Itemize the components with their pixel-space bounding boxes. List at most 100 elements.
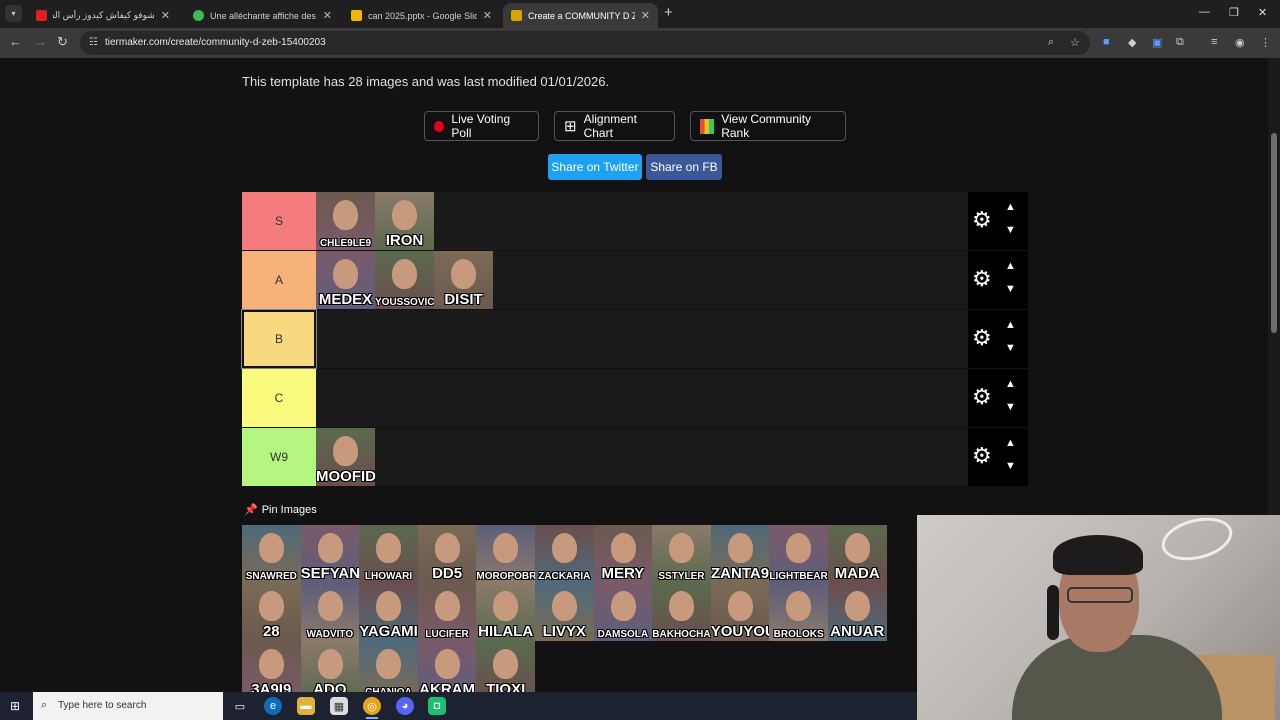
extensions-puzzle-icon[interactable]: ⧉ (1176, 36, 1184, 49)
chevron-down-icon[interactable]: ▼ (1005, 283, 1016, 295)
image-thumbnail[interactable]: LHOWARI (359, 525, 418, 583)
chrome-icon[interactable]: ◎ (363, 697, 381, 719)
tier-label[interactable]: C (242, 369, 316, 427)
thumbnail-caption: MOOFID (316, 468, 375, 485)
address-bar[interactable]: ☷ tiermaker.com/create/community-d-zeb-1… (80, 31, 1090, 55)
site-info-icon[interactable]: ☷ (89, 37, 98, 48)
image-thumbnail[interactable]: HILALA (476, 583, 535, 641)
image-thumbnail[interactable]: IRON (375, 192, 434, 250)
close-window-icon[interactable]: ✕ (1258, 6, 1267, 19)
image-thumbnail[interactable]: MERY (593, 525, 653, 583)
live-voting-poll-button[interactable]: Live Voting Poll (424, 111, 539, 141)
tier-label[interactable]: B (241, 309, 317, 369)
image-thumbnail[interactable]: MADA (827, 525, 887, 583)
store-icon[interactable]: ▦ (330, 697, 348, 715)
community-rank-button[interactable]: View Community Rank (690, 111, 846, 141)
browser-tab-active[interactable]: Create a COMMUNITY D ZEB Ti ✕ (503, 3, 658, 28)
image-thumbnail[interactable]: LIGHTBEARD (769, 525, 828, 583)
image-thumbnail[interactable]: BAKHOCHA (652, 583, 711, 641)
ceiling-lamp (1157, 515, 1237, 568)
forward-icon[interactable]: → (34, 34, 47, 49)
image-thumbnail[interactable]: MOROPOBRE (476, 525, 535, 583)
edge-icon[interactable]: e (264, 697, 282, 715)
image-thumbnail[interactable]: YOUSSOVICH (375, 251, 434, 309)
gear-icon[interactable]: ⚙ (972, 209, 992, 231)
image-thumbnail[interactable]: DD5 (417, 525, 477, 583)
close-tab-icon[interactable]: ✕ (641, 9, 650, 22)
profile-avatar-icon[interactable]: ◉ (1235, 36, 1245, 49)
discord-icon[interactable]: ◕ (396, 697, 414, 715)
windows-start-icon[interactable]: ⊞ (10, 699, 20, 713)
taskbar-search-box[interactable]: ⌕ Type here to search (33, 692, 223, 720)
portrait-face (259, 649, 284, 679)
alignment-chart-button[interactable]: ⊞ Alignment Chart (554, 111, 675, 141)
image-thumbnail[interactable]: LIVYX (534, 583, 594, 641)
reload-icon[interactable]: ↻ (57, 34, 68, 50)
zoom-icon[interactable]: ⌕ (1048, 36, 1054, 49)
close-tab-icon[interactable]: ✕ (323, 9, 332, 22)
share-twitter-button[interactable]: Share on Twitter (548, 154, 642, 180)
app-icon[interactable]: ◘ (428, 697, 446, 715)
image-thumbnail[interactable]: DAMSOLA (593, 583, 653, 641)
share-fb-button[interactable]: Share on FB (646, 154, 722, 180)
tier-label[interactable]: W9 (242, 428, 316, 486)
chevron-up-icon[interactable]: ▲ (1005, 201, 1016, 213)
chevron-down-icon[interactable]: ▼ (1005, 342, 1016, 354)
gear-icon[interactable]: ⚙ (972, 327, 992, 349)
scrollbar-thumb[interactable] (1271, 133, 1277, 333)
tier-row: W9 MOOFID ⚙ ▲ ▼ (242, 428, 1028, 487)
image-thumbnail[interactable]: 3A9I9 (242, 641, 301, 692)
image-thumbnail[interactable]: ANUAR (827, 583, 887, 641)
tier-label[interactable]: S (242, 192, 316, 250)
image-thumbnail[interactable]: DISIT (434, 251, 493, 309)
image-thumbnail[interactable]: ZACKARIA (534, 525, 594, 583)
chevron-up-icon[interactable]: ▲ (1005, 437, 1016, 449)
image-thumbnail[interactable]: ADO (300, 641, 360, 692)
screenshot-extension-icon[interactable]: ▣ (1152, 36, 1162, 49)
browser-menu-icon[interactable]: ⋮ (1260, 36, 1271, 49)
image-thumbnail[interactable]: YAGAMI (359, 583, 418, 641)
image-thumbnail[interactable]: 28 (242, 583, 301, 641)
extension-icon[interactable]: ◆ (1128, 36, 1136, 49)
image-thumbnail[interactable]: YOUYOU (710, 583, 770, 641)
minimize-icon[interactable]: — (1199, 6, 1210, 18)
image-thumbnail[interactable]: CHANIOA (359, 641, 418, 692)
image-thumbnail[interactable]: MOOFID (316, 428, 375, 486)
chevron-down-icon[interactable]: ▼ (1005, 401, 1016, 413)
chevron-up-icon[interactable]: ▲ (1005, 260, 1016, 272)
chevron-up-icon[interactable]: ▲ (1005, 319, 1016, 331)
bookmark-star-icon[interactable]: ☆ (1070, 36, 1080, 49)
restore-icon[interactable]: ❐ (1229, 6, 1239, 19)
task-view-icon[interactable]: ▭ (231, 697, 249, 715)
gear-icon[interactable]: ⚙ (972, 386, 992, 408)
tier-label[interactable]: A (242, 251, 316, 309)
new-tab-icon[interactable]: + (664, 4, 673, 21)
translate-extension-icon[interactable]: ■ (1103, 36, 1110, 48)
gear-icon[interactable]: ⚙ (972, 445, 992, 467)
chevron-down-icon[interactable]: ▼ (1005, 224, 1016, 236)
image-thumbnail[interactable]: CHLE9LE9 (316, 192, 375, 250)
image-thumbnail[interactable]: LUCIFER (417, 583, 477, 641)
gear-icon[interactable]: ⚙ (972, 268, 992, 290)
image-thumbnail[interactable]: WADVITO (300, 583, 360, 641)
image-thumbnail[interactable]: ZANTA9 (710, 525, 770, 583)
file-explorer-icon[interactable]: ▬ (297, 697, 315, 715)
chevron-down-icon[interactable]: ▼ (1005, 460, 1016, 472)
image-thumbnail[interactable]: BROLOKS (769, 583, 828, 641)
browser-tab-3[interactable]: can 2025.pptx - Google Slides ✕ (343, 3, 500, 28)
chevron-up-icon[interactable]: ▲ (1005, 378, 1016, 390)
media-control-icon[interactable]: ≡ (1211, 36, 1217, 48)
browser-tab-1[interactable]: شوفو كيفاش كيدوز رأس السنة فـ ✕ (28, 3, 178, 28)
thumbnail-caption: LIVYX (542, 623, 586, 640)
image-thumbnail[interactable]: MEDEX (316, 251, 375, 309)
back-icon[interactable]: ← (9, 34, 22, 49)
image-thumbnail[interactable]: SSTYLER (652, 525, 711, 583)
close-tab-icon[interactable]: ✕ (161, 9, 170, 22)
tab-search-icon[interactable]: ▾ (5, 5, 22, 22)
close-tab-icon[interactable]: ✕ (483, 9, 492, 22)
image-thumbnail[interactable]: SNAWRED (242, 525, 301, 583)
browser-tab-2[interactable]: Une alléchante affiche des huit ✕ (185, 3, 340, 28)
image-thumbnail[interactable]: AKRAM (417, 641, 477, 692)
image-thumbnail[interactable]: SEFYAN (300, 525, 360, 583)
image-thumbnail[interactable]: TIOXI (476, 641, 535, 692)
